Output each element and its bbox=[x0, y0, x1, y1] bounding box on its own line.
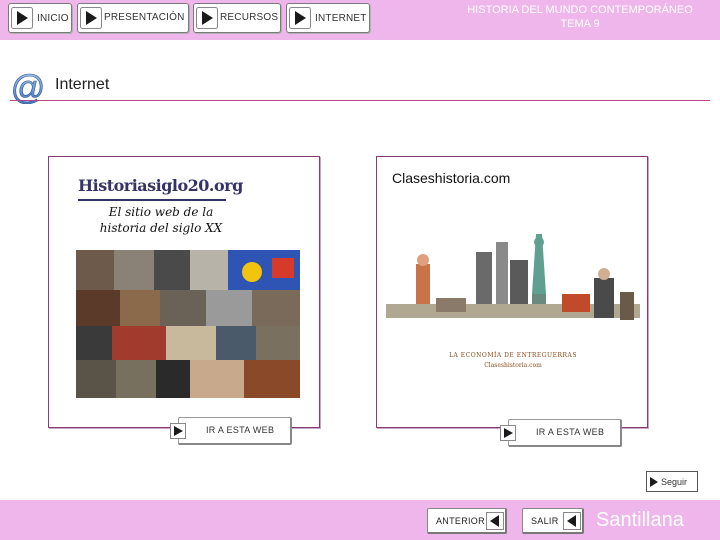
course-title-line2: TEMA 9 bbox=[560, 18, 600, 30]
at-sign-icon: @ bbox=[10, 70, 46, 104]
play-icon bbox=[80, 7, 102, 29]
course-title-line1: HISTORIA DEL MUNDO CONTEMPORÁNEO bbox=[467, 4, 693, 16]
nav-presentacion-label: PRESENTACIÓN bbox=[104, 12, 185, 23]
seguir-button[interactable]: Seguir bbox=[646, 471, 698, 492]
course-title: HISTORIA DEL MUNDO CONTEMPORÁNEO TEMA 9 bbox=[440, 3, 720, 31]
logo-underline bbox=[78, 199, 226, 201]
go-to-website-label: IR A ESTA WEB bbox=[536, 427, 605, 437]
go-to-website-button-1[interactable]: IR A ESTA WEB bbox=[170, 417, 292, 445]
site-logo-text: Historiasiglo20.org bbox=[78, 176, 243, 195]
svg-text:@: @ bbox=[11, 70, 46, 104]
play-icon bbox=[650, 477, 658, 487]
nav-presentacion-button[interactable]: PRESENTACIÓN bbox=[77, 3, 189, 33]
seguir-label: Seguir bbox=[661, 477, 688, 487]
nav-internet-button[interactable]: INTERNET bbox=[286, 3, 370, 33]
play-icon bbox=[500, 425, 516, 441]
play-icon bbox=[196, 7, 218, 29]
site-caption: LA ECONOMÍA DE ENTREGUERRAS bbox=[449, 352, 577, 359]
nav-internet-label: INTERNET bbox=[315, 13, 367, 24]
section-title: Internet bbox=[55, 76, 110, 93]
back-arrow-icon bbox=[563, 512, 581, 530]
play-icon bbox=[289, 7, 311, 29]
back-arrow-icon bbox=[486, 512, 504, 530]
nav-recursos-label: RECURSOS bbox=[220, 12, 279, 23]
section-divider bbox=[10, 100, 710, 101]
historical-illustration bbox=[386, 234, 640, 344]
go-to-website-button-2[interactable]: IR A ESTA WEB bbox=[500, 419, 622, 447]
site-title: Claseshistoria.com bbox=[392, 170, 511, 186]
site-caption-url: Claseshistoria.com bbox=[484, 362, 542, 369]
nav-inicio-label: INICIO bbox=[37, 13, 69, 24]
play-icon bbox=[11, 7, 33, 29]
site-tagline: El sitio web de la historia del siglo XX bbox=[86, 204, 236, 236]
historical-photo-collage bbox=[76, 250, 300, 398]
tagline-line2: historia del siglo XX bbox=[99, 221, 223, 235]
anterior-button[interactable]: ANTERIOR bbox=[427, 508, 507, 534]
anterior-label: ANTERIOR bbox=[436, 516, 485, 526]
nav-inicio-button[interactable]: INICIO bbox=[8, 3, 72, 33]
salir-button[interactable]: SALIR bbox=[522, 508, 584, 534]
salir-label: SALIR bbox=[531, 516, 559, 526]
nav-recursos-button[interactable]: RECURSOS bbox=[193, 3, 281, 33]
tagline-line1: El sitio web de la bbox=[108, 205, 214, 219]
publisher-logo-text: Santillana bbox=[596, 509, 684, 531]
go-to-website-label: IR A ESTA WEB bbox=[206, 425, 275, 435]
play-icon bbox=[170, 423, 186, 439]
top-nav-bar: INICIO PRESENTACIÓN RECURSOS INTERNET HI… bbox=[0, 0, 720, 40]
